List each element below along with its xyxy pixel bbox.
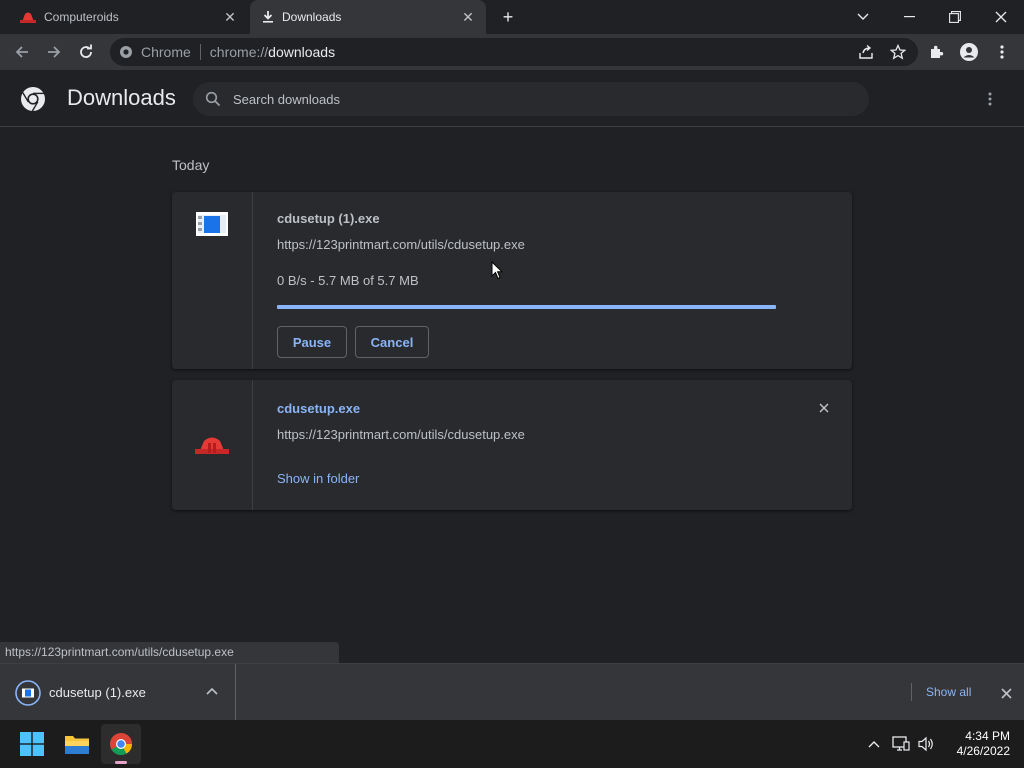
search-placeholder: Search downloads [233,91,340,107]
download-item: cdusetup (1).exe https://123printmart.co… [172,192,852,369]
shelf-file-icon [15,679,41,706]
reload-icon [80,44,92,58]
more-vertical-icon [988,92,992,106]
puzzle-icon [931,45,944,58]
download-progress-bar [277,305,776,309]
shelf-file-name: cdusetup (1).exe [49,685,146,700]
chrome-menu-button[interactable] [990,40,1014,64]
folder-icon [65,736,89,754]
close-icon [1000,687,1012,699]
share-button[interactable] [854,40,878,64]
minimize-button[interactable] [886,0,932,34]
pause-button[interactable]: Pause [277,326,347,358]
show-in-folder-link[interactable]: Show in folder [277,471,359,486]
computeroids-favicon-icon [20,11,36,23]
reload-button[interactable] [74,40,98,64]
chevron-up-icon[interactable] [206,687,218,695]
installer-file-icon[interactable] [196,212,228,236]
close-window-button[interactable] [978,0,1024,34]
chrome-icon [110,733,132,755]
cancel-button[interactable]: Cancel [355,326,429,358]
chevron-up-icon [868,741,880,748]
tab-title: Computeroids [44,10,119,24]
share-icon [859,44,873,59]
card-divider [252,380,253,510]
avatar-icon [960,43,978,61]
url-scheme: chrome:// [209,44,269,60]
forward-button[interactable] [42,40,66,64]
new-tab-button[interactable]: + [498,7,518,27]
restore-button[interactable] [932,0,978,34]
clock-time: 4:34 PM [965,729,1010,743]
card-divider [252,192,253,369]
star-icon [890,44,906,60]
windows-taskbar: 4:34 PM 4/26/2022 [0,720,1024,768]
download-url[interactable]: https://123printmart.com/utils/cdusetup.… [277,427,525,442]
tab-title: Downloads [282,10,342,24]
forward-arrow-icon [48,46,61,58]
url-host: downloads [268,44,336,60]
address-bar[interactable]: Chrome chrome:// downloads [110,38,918,66]
active-app-indicator [115,761,127,764]
file-explorer-button[interactable] [57,724,97,764]
close-shelf-button[interactable] [997,684,1015,702]
show-hidden-icons-button[interactable] [864,734,884,754]
date-group-label: Today [172,157,210,173]
close-icon [995,11,1007,23]
download-favicon-icon [262,11,274,23]
download-shelf: cdusetup (1).exe Show all [0,663,1024,721]
browser-toolbar: Chrome chrome:// downloads [0,34,1024,70]
close-tab-icon[interactable]: ✕ [222,9,238,25]
link-status-bubble: https://123printmart.com/utils/cdusetup.… [0,642,339,663]
download-status: 0 B/s - 5.7 MB of 5.7 MB [277,273,419,288]
volume-icon[interactable] [916,734,936,754]
download-url[interactable]: https://123printmart.com/utils/cdusetup.… [277,237,525,252]
search-icon [205,91,221,107]
chrome-logo-icon [20,86,46,112]
mouse-cursor-icon [491,261,503,280]
network-icon[interactable] [891,734,911,754]
restore-icon [949,11,961,23]
bookmark-button[interactable] [886,40,910,64]
chevron-down-icon [857,13,869,20]
computeroids-file-icon[interactable] [195,435,229,455]
tab-strip: Computeroids ✕ Downloads ✕ + [0,0,1024,34]
site-chip: Chrome [141,44,191,60]
profile-button[interactable] [957,40,981,64]
close-tab-icon[interactable]: ✕ [460,9,476,25]
downloads-header: Downloads Search downloads [0,70,1024,127]
more-vertical-icon [1000,45,1004,59]
show-all-button[interactable]: Show all [911,683,971,701]
clock-date: 4/26/2022 [956,744,1010,758]
tab-downloads[interactable]: Downloads ✕ [250,0,486,34]
page-title: Downloads [67,85,176,110]
omnibox-separator [199,44,201,60]
extensions-button[interactable] [925,40,949,64]
tab-search-button[interactable] [840,0,886,34]
shelf-download-item[interactable]: cdusetup (1).exe [0,664,236,721]
start-button[interactable] [12,724,52,764]
downloads-menu-button[interactable] [981,89,999,109]
back-button[interactable] [10,40,34,64]
search-downloads-input[interactable]: Search downloads [193,82,869,116]
remove-from-list-button[interactable] [816,400,832,416]
windows-logo-icon [20,732,44,756]
minimize-icon [903,16,915,18]
download-filename: cdusetup (1).exe [277,211,380,226]
tab-computeroids[interactable]: Computeroids ✕ [0,0,248,34]
download-filename-link[interactable]: cdusetup.exe [277,401,360,416]
chrome-taskbar-button[interactable] [101,724,141,764]
system-clock[interactable]: 4:34 PM 4/26/2022 [940,729,1010,759]
chrome-site-icon [119,45,133,59]
back-arrow-icon [15,46,28,58]
download-item: cdusetup.exe https://123printmart.com/ut… [172,380,852,510]
close-icon [819,403,829,413]
